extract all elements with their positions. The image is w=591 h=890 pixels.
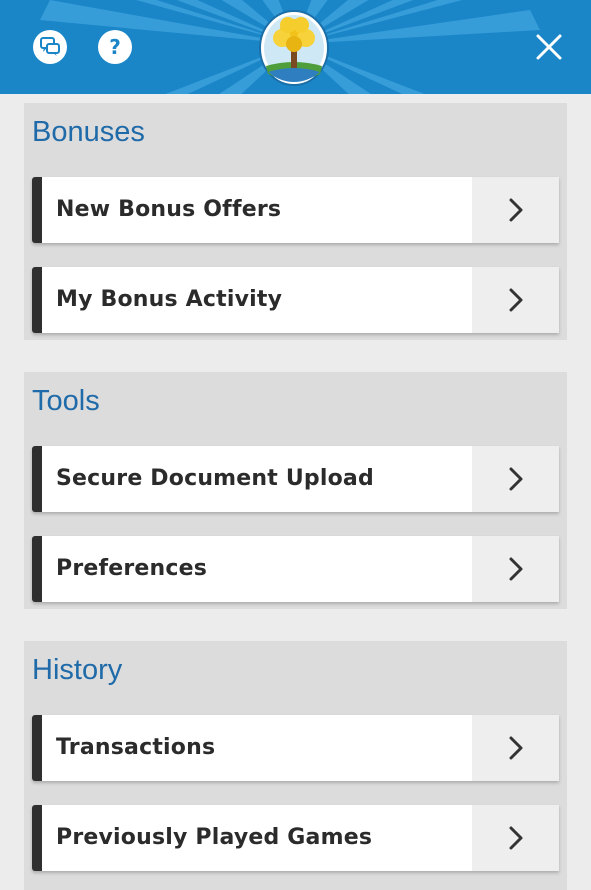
chevron-right-icon	[509, 736, 522, 760]
chevron-right-icon	[509, 826, 522, 850]
chevron-right-icon	[509, 557, 522, 581]
menu-item-new-bonus-offers[interactable]: New Bonus Offers	[32, 177, 559, 243]
chevron-right-icon	[509, 467, 522, 491]
menu-item-label: Previously Played Games	[56, 825, 373, 850]
menu-item-label: Transactions	[56, 735, 216, 760]
menu-item-previously-played-games[interactable]: Previously Played Games	[32, 805, 559, 871]
help-button[interactable]: ?	[98, 30, 132, 64]
chevron-right-button[interactable]	[472, 177, 559, 243]
menu-item-my-bonus-activity[interactable]: My Bonus Activity	[32, 267, 559, 333]
section-title: Tools	[32, 385, 100, 417]
section-title: Bonuses	[32, 116, 145, 148]
menu-item-label: My Bonus Activity	[56, 287, 283, 312]
golden-tree-logo[interactable]	[258, 8, 330, 86]
chevron-right-button[interactable]	[472, 536, 559, 602]
section-bonuses: Bonuses New Bonus Offers My Bonus Activi…	[24, 103, 567, 340]
chevron-right-button[interactable]	[472, 446, 559, 512]
menu-item-transactions[interactable]: Transactions	[32, 715, 559, 781]
menu-item-label: Secure Document Upload	[56, 466, 374, 491]
chat-button[interactable]	[33, 30, 67, 64]
chevron-right-icon	[509, 288, 522, 312]
chat-bubbles-icon	[40, 37, 60, 56]
chevron-right-button[interactable]	[472, 267, 559, 333]
section-title: History	[32, 654, 123, 686]
help-question-label: ?	[109, 35, 121, 59]
section-history: History Transactions Previously Played G…	[24, 641, 567, 890]
close-button[interactable]	[532, 30, 566, 64]
menu-item-label: New Bonus Offers	[56, 197, 282, 222]
chevron-right-button[interactable]	[472, 715, 559, 781]
menu-item-secure-document-upload[interactable]: Secure Document Upload	[32, 446, 559, 512]
chevron-right-button[interactable]	[472, 805, 559, 871]
menu-item-label: Preferences	[56, 556, 208, 581]
section-tools: Tools Secure Document Upload Preferences	[24, 372, 567, 609]
close-icon	[536, 34, 562, 60]
app-header: ?	[0, 0, 591, 94]
menu-item-preferences[interactable]: Preferences	[32, 536, 559, 602]
chevron-right-icon	[509, 198, 522, 222]
